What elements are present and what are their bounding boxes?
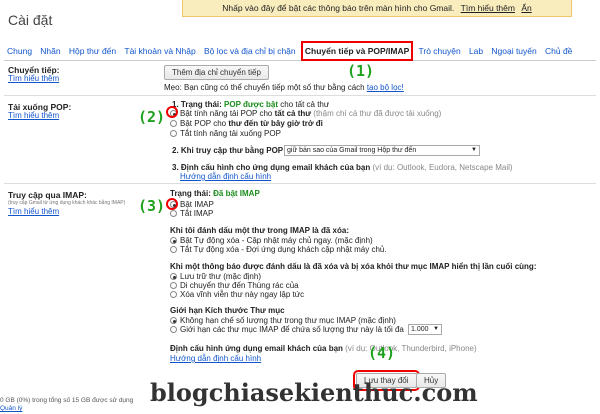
imap-expunge-title: Khi một thông báo được đánh dấu là đã xó… — [170, 262, 537, 271]
create-filter-link[interactable]: tạo bộ lọc! — [367, 83, 404, 92]
imap-expunge-opt2: Di chuyển thư đến Thùng rác của — [180, 281, 299, 290]
tab-general[interactable]: Chung — [4, 42, 35, 61]
forwarding-learn-link[interactable]: Tìm hiểu thêm — [8, 74, 59, 83]
add-forwarding-address-button[interactable]: Thêm địa chỉ chuyển tiếp — [164, 65, 269, 80]
imap-status-value: Đã bật IMAP — [213, 189, 260, 198]
pop-q3-note: (ví dụ: Outlook, Eudora, Netscape Mail) — [372, 163, 513, 172]
imap-config-link[interactable]: Hướng dẫn định cấu hình — [170, 354, 261, 363]
imap-status-prefix: Trạng thái: — [170, 189, 211, 198]
pop-opt1-text: Bật tính năng tải POP cho — [180, 109, 273, 118]
imap-limit-radio[interactable] — [170, 326, 177, 333]
imap-archive-radio[interactable] — [170, 273, 177, 280]
forwarding-section: Chuyển tiếp: Tìm hiểu thêm Thêm địa chỉ … — [4, 62, 596, 96]
watermark-text: blogchiasekienthuc.com — [150, 378, 478, 407]
imap-learn-link[interactable]: Tìm hiểu thêm — [8, 207, 59, 216]
pop-config-link[interactable]: Hướng dẫn định cấu hình — [180, 172, 271, 181]
page-title: Cài đặt — [8, 12, 53, 28]
pop-opt2: Bật POP cho thư đến từ bây giờ trở đi — [180, 119, 323, 128]
imap-enable-label: Bật IMAP — [180, 200, 214, 209]
pop-status: 1. Trạng thái: POP được bật cho tất cả t… — [172, 100, 329, 109]
tab-forwarding-pop-imap[interactable]: Chuyển tiếp và POP/IMAP — [300, 41, 414, 61]
tab-labels[interactable]: Nhãn — [37, 42, 63, 61]
imap-disable-label: Tắt IMAP — [180, 209, 214, 218]
highlight-circle-2 — [166, 106, 178, 118]
imap-section: Truy cập qua IMAP: (truy cập Gmail từ ứn… — [4, 184, 596, 364]
imap-expunge-opt1: Lưu trữ thư (mặc định) — [180, 272, 261, 281]
imap-config-note: (ví dụ: Outlook, Thunderbird, iPhone) — [345, 344, 477, 353]
imap-config-text: Định cấu hình ứng dụng email khách của b… — [170, 344, 343, 353]
tab-inbox[interactable]: Hộp thư đến — [66, 42, 119, 61]
imap-limit-value: 1.000 — [411, 326, 429, 333]
forwarding-tip: Mẹo: Bạn cũng có thể chuyển tiếp một số … — [164, 83, 404, 92]
notification-learn-link[interactable]: Tìm hiểu thêm — [461, 3, 515, 13]
pop-section: Tải xuống POP: Tìm hiểu thêm 1. Trạng th… — [4, 96, 596, 184]
imap-no-limit-radio[interactable] — [170, 317, 177, 324]
imap-status: Trạng thái: Đã bật IMAP — [170, 189, 260, 198]
desktop-notification-bar: Nhấp vào đây để bật các thông báo trên m… — [182, 0, 572, 17]
pop-status-value: POP được bật — [224, 100, 279, 109]
pop-q3: 3. Định cấu hình cho ứng dụng email khác… — [172, 163, 513, 172]
imap-delete-opt2: Tắt Tự động xóa - Đợi ứng dụng khách cập… — [180, 245, 387, 254]
notification-text[interactable]: Nhấp vào đây để bật các thông báo trên m… — [222, 3, 454, 13]
pop-opt1-note: (thậm chí cả thư đã được tải xuống) — [313, 109, 442, 118]
pop-opt1-bold: tất cả thư — [274, 109, 312, 118]
forwarding-tip-text: Mẹo: Bạn cũng có thể chuyển tiếp một số … — [164, 83, 365, 92]
tab-themes[interactable]: Chủ đề — [542, 42, 575, 61]
pop-action-value: giữ bản sao của Gmail trong Hộp thư đến — [287, 147, 417, 154]
tab-labs[interactable]: Lab — [466, 42, 486, 61]
pop-learn-link[interactable]: Tìm hiểu thêm — [8, 111, 59, 120]
imap-limit-opt2: Giới hạn các thư mục IMAP để chứa số lượ… — [180, 325, 404, 334]
imap-trash-radio[interactable] — [170, 282, 177, 289]
imap-disable-radio[interactable] — [170, 210, 177, 217]
imap-limit-title: Giới hạn Kích thước Thư mục — [170, 306, 285, 315]
pop-action-select[interactable]: giữ bản sao của Gmail trong Hộp thư đến … — [284, 145, 480, 156]
annotation-marker-2: (2) — [138, 108, 166, 126]
tab-filters[interactable]: Bộ lọc và địa chỉ bị chặn — [201, 42, 299, 61]
pop-from-now-radio[interactable] — [170, 120, 177, 127]
imap-label: Truy cập qua IMAP: — [8, 190, 87, 200]
imap-config: Định cấu hình ứng dụng email khách của b… — [170, 344, 477, 353]
imap-delete-opt1: Bật Tự động xóa - Cập nhật máy chủ ngay.… — [180, 236, 373, 245]
storage-usage: 0 GB (0%) trong tổng số 15 GB được sử dụ… — [0, 397, 134, 404]
imap-sublabel: (truy cập Gmail từ ứng dụng khách khác b… — [8, 200, 126, 206]
notification-hide-link[interactable]: Ẩn — [521, 3, 531, 13]
tab-chat[interactable]: Trò chuyện — [416, 42, 464, 61]
pop-status-suffix: cho tất cả thư — [280, 100, 330, 109]
pop-disable-radio[interactable] — [170, 130, 177, 137]
imap-autoexpunge-on-radio[interactable] — [170, 237, 177, 244]
pop-q3-text: 3. Định cấu hình cho ứng dụng email khác… — [172, 163, 371, 172]
manage-storage-link[interactable]: Quản lý — [0, 405, 22, 412]
chevron-down-icon: ▼ — [471, 147, 477, 153]
imap-expunge-opt3: Xóa vĩnh viễn thư này ngay lập tức — [180, 290, 305, 299]
pop-q2: 2. Khi truy cập thư bằng POP — [172, 146, 284, 155]
pop-status-prefix: 1. Trạng thái: — [172, 100, 222, 109]
pop-opt1: Bật tính năng tải POP cho tất cả thư (th… — [180, 109, 441, 118]
annotation-marker-3: (3) — [138, 197, 166, 215]
tab-offline[interactable]: Ngoại tuyến — [488, 42, 539, 61]
highlight-circle-3 — [166, 198, 178, 210]
pop-opt2-text: Bật POP cho — [180, 119, 227, 128]
tab-accounts[interactable]: Tài khoản và Nhập — [121, 42, 198, 61]
imap-autoexpunge-off-radio[interactable] — [170, 246, 177, 253]
pop-opt2-bold: thư đến từ bây giờ trở đi — [228, 119, 323, 128]
annotation-marker-4: (4) — [368, 344, 396, 362]
imap-delete-forever-radio[interactable] — [170, 291, 177, 298]
imap-limit-opt1: Không hạn chế số lượng thư trong thư mục… — [180, 316, 396, 325]
settings-tabs: Chung Nhãn Hộp thư đến Tài khoản và Nhập… — [4, 41, 596, 61]
chevron-down-icon: ▼ — [433, 326, 439, 332]
imap-limit-select[interactable]: 1.000 ▼ — [408, 324, 442, 335]
imap-delete-title: Khi tôi đánh dấu một thư trong IMAP là đ… — [170, 226, 349, 235]
pop-opt3: Tắt tính năng tải xuống POP — [180, 129, 281, 138]
